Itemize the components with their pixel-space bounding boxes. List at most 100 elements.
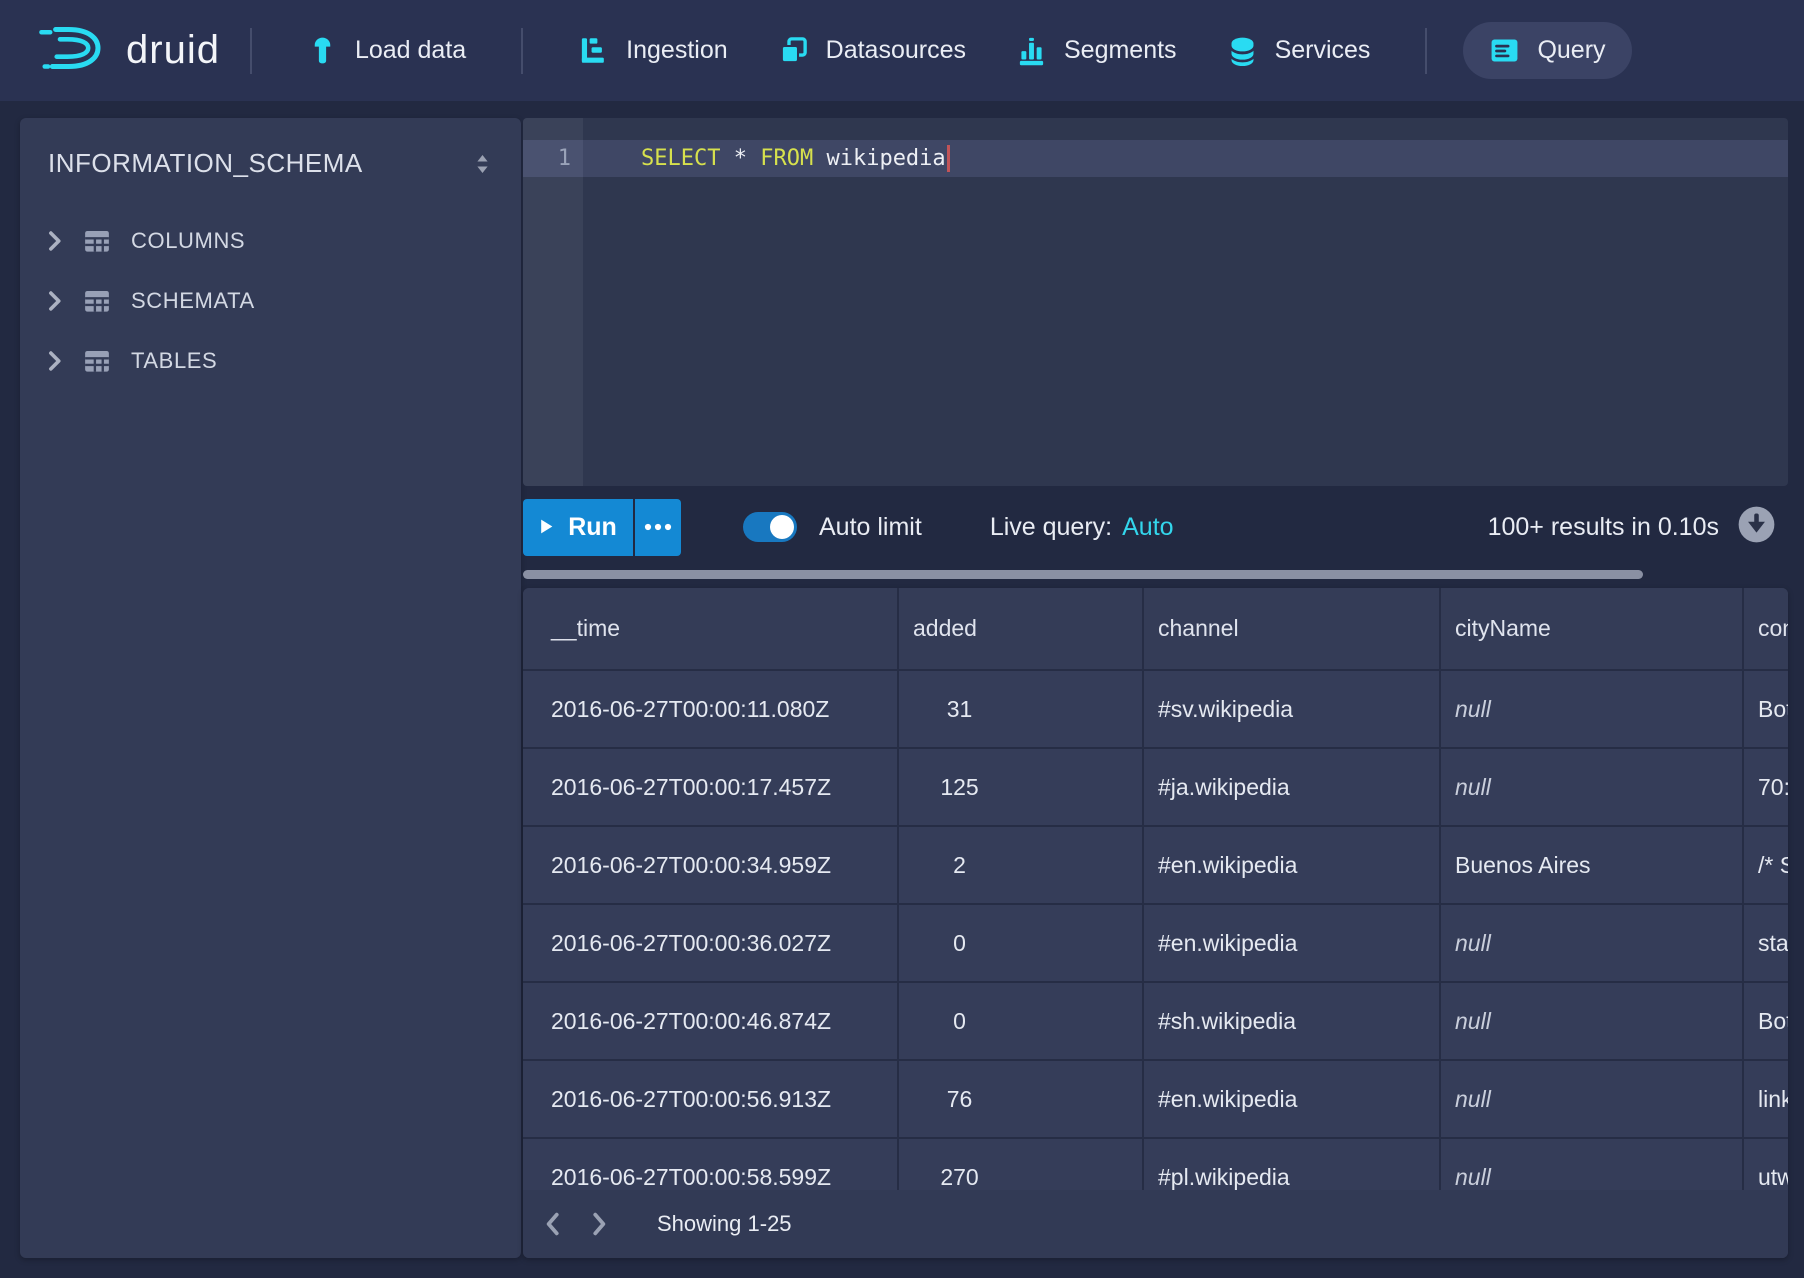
tree-item-label: COLUMNS	[131, 228, 245, 254]
cell--time[interactable]: 2016-06-27T00:00:34.959Z	[523, 827, 899, 905]
cell-cityname[interactable]: null	[1441, 1061, 1744, 1139]
brand-wordmark: druid	[126, 28, 220, 73]
table-row: 2016-06-27T00:00:36.027Z0#en.wikipedianu…	[523, 905, 1788, 983]
next-page-button[interactable]	[583, 1202, 615, 1246]
nav-item-segments[interactable]: Segments	[1016, 35, 1177, 66]
nav-item-label: Query	[1537, 36, 1605, 65]
schema-title: INFORMATION_SCHEMA	[48, 148, 363, 179]
table-row: 2016-06-27T00:00:58.599Z270#pl.wikipedia…	[523, 1139, 1788, 1190]
cell-cityname[interactable]: Buenos Aires	[1441, 827, 1744, 905]
run-button-label: Run	[568, 513, 617, 542]
column-header-added[interactable]: added	[899, 588, 1144, 671]
run-more-button[interactable]	[635, 499, 681, 556]
prev-page-button[interactable]	[537, 1202, 569, 1246]
sql-token: FROM	[760, 146, 813, 171]
cell-channel[interactable]: #en.wikipedia	[1144, 827, 1441, 905]
cell-added[interactable]: 0	[899, 905, 1144, 983]
column-header-cityname[interactable]: cityName	[1441, 588, 1744, 671]
cell-added[interactable]: 76	[899, 1061, 1144, 1139]
chevron-right-icon[interactable]	[46, 350, 63, 372]
sql-token: wikipedia	[813, 146, 945, 171]
sql-text: SELECT * FROM wikipedia	[583, 145, 950, 172]
nav-divider	[521, 28, 523, 74]
upload-icon	[307, 35, 338, 66]
datasources-icon	[778, 35, 809, 66]
cell-channel[interactable]: #sh.wikipedia	[1144, 983, 1441, 1061]
live-query-value[interactable]: Auto	[1122, 513, 1173, 541]
table-icon	[82, 286, 112, 316]
live-query-label: Live query:	[990, 513, 1112, 541]
nav-item-label: Services	[1275, 36, 1371, 65]
table-row: 2016-06-27T00:00:46.874Z0#sh.wikipedianu…	[523, 983, 1788, 1061]
nav-item-services[interactable]: Services	[1227, 35, 1371, 66]
cell--time[interactable]: 2016-06-27T00:00:11.080Z	[523, 671, 899, 749]
tree-item-tables[interactable]: TABLES	[20, 331, 521, 391]
results-header-row: __timeaddedchannelcityNamecomment	[523, 588, 1788, 671]
cell--time[interactable]: 2016-06-27T00:00:58.599Z	[523, 1139, 899, 1190]
cell-added[interactable]: 270	[899, 1139, 1144, 1190]
cell--time[interactable]: 2016-06-27T00:00:36.027Z	[523, 905, 899, 983]
tree-item-schemata[interactable]: SCHEMATA	[20, 271, 521, 331]
results-body: 2016-06-27T00:00:11.080Z31#sv.wikipedian…	[523, 671, 1788, 1190]
column-header-channel[interactable]: channel	[1144, 588, 1441, 671]
cell-channel[interactable]: #pl.wikipedia	[1144, 1139, 1441, 1190]
cell-cityname[interactable]: null	[1441, 671, 1744, 749]
sql-token: SELECT	[641, 146, 720, 171]
cell-cityname[interactable]: null	[1441, 983, 1744, 1061]
cell-comment[interactable]: Bot	[1744, 671, 1788, 749]
cell-channel[interactable]: #ja.wikipedia	[1144, 749, 1441, 827]
sql-token: *	[720, 146, 760, 171]
nav-item-label: Datasources	[826, 36, 966, 65]
nav-item-datasources[interactable]: Datasources	[778, 35, 966, 66]
nav-item-query[interactable]: Query	[1463, 22, 1631, 79]
table-icon	[82, 226, 112, 256]
results-panel: __timeaddedchannelcityNamecomment 2016-0…	[523, 588, 1788, 1258]
cell-comment[interactable]: sta	[1744, 905, 1788, 983]
cell--time[interactable]: 2016-06-27T00:00:17.457Z	[523, 749, 899, 827]
cell-comment[interactable]: 70:	[1744, 749, 1788, 827]
run-button[interactable]: Run	[523, 499, 633, 556]
cell--time[interactable]: 2016-06-27T00:00:46.874Z	[523, 983, 899, 1061]
cell-added[interactable]: 31	[899, 671, 1144, 749]
horizontal-scrollbar[interactable]	[523, 570, 1643, 579]
cell-added[interactable]: 125	[899, 749, 1144, 827]
auto-limit-label: Auto limit	[819, 513, 922, 542]
column-header-comment[interactable]: comment	[1744, 588, 1788, 671]
sql-editor[interactable]: 1 SELECT * FROM wikipedia	[523, 118, 1788, 486]
druid-brand[interactable]: druid	[36, 23, 220, 78]
chevron-right-icon[interactable]	[46, 290, 63, 312]
text-cursor	[947, 145, 950, 172]
table-row: 2016-06-27T00:00:34.959Z2#en.wikipediaBu…	[523, 827, 1788, 905]
column-header--time[interactable]: __time	[523, 588, 899, 671]
schema-sidebar: INFORMATION_SCHEMA COLUMNS SCHEMATATABLES	[20, 118, 521, 1258]
active-line: 1 SELECT * FROM wikipedia	[523, 140, 1788, 177]
cell-channel[interactable]: #en.wikipedia	[1144, 905, 1441, 983]
top-nav: druid Load data Ingestion Datasources Segme…	[0, 0, 1804, 101]
cell-channel[interactable]: #en.wikipedia	[1144, 1061, 1441, 1139]
download-button[interactable]	[1737, 505, 1776, 549]
segments-icon	[1016, 35, 1047, 66]
druid-logo-icon	[36, 23, 110, 78]
cell-channel[interactable]: #sv.wikipedia	[1144, 671, 1441, 749]
cell-cityname[interactable]: null	[1441, 749, 1744, 827]
nav-item-load-data[interactable]: Load data	[307, 35, 466, 66]
cell-comment[interactable]: /* S	[1744, 827, 1788, 905]
cell-comment[interactable]: Bot	[1744, 983, 1788, 1061]
chevron-right-icon[interactable]	[46, 230, 63, 252]
cell-comment[interactable]: link	[1744, 1061, 1788, 1139]
tree-item-columns[interactable]: COLUMNS	[20, 211, 521, 271]
auto-limit-toggle[interactable]	[743, 512, 797, 542]
pagination-bar: Showing 1-25	[523, 1190, 1788, 1258]
cell-cityname[interactable]: null	[1441, 1139, 1744, 1190]
cell-added[interactable]: 2	[899, 827, 1144, 905]
cell-added[interactable]: 0	[899, 983, 1144, 1061]
results-summary: 100+ results in 0.10s	[1488, 513, 1719, 542]
nav-item-ingestion[interactable]: Ingestion	[578, 35, 727, 66]
cell-cityname[interactable]: null	[1441, 905, 1744, 983]
sort-icon[interactable]	[474, 153, 491, 175]
table-row: 2016-06-27T00:00:11.080Z31#sv.wikipedian…	[523, 671, 1788, 749]
cell-comment[interactable]: utw	[1744, 1139, 1788, 1190]
cell--time[interactable]: 2016-06-27T00:00:56.913Z	[523, 1061, 899, 1139]
line-number: 1	[523, 140, 583, 177]
toggle-knob	[770, 515, 794, 539]
